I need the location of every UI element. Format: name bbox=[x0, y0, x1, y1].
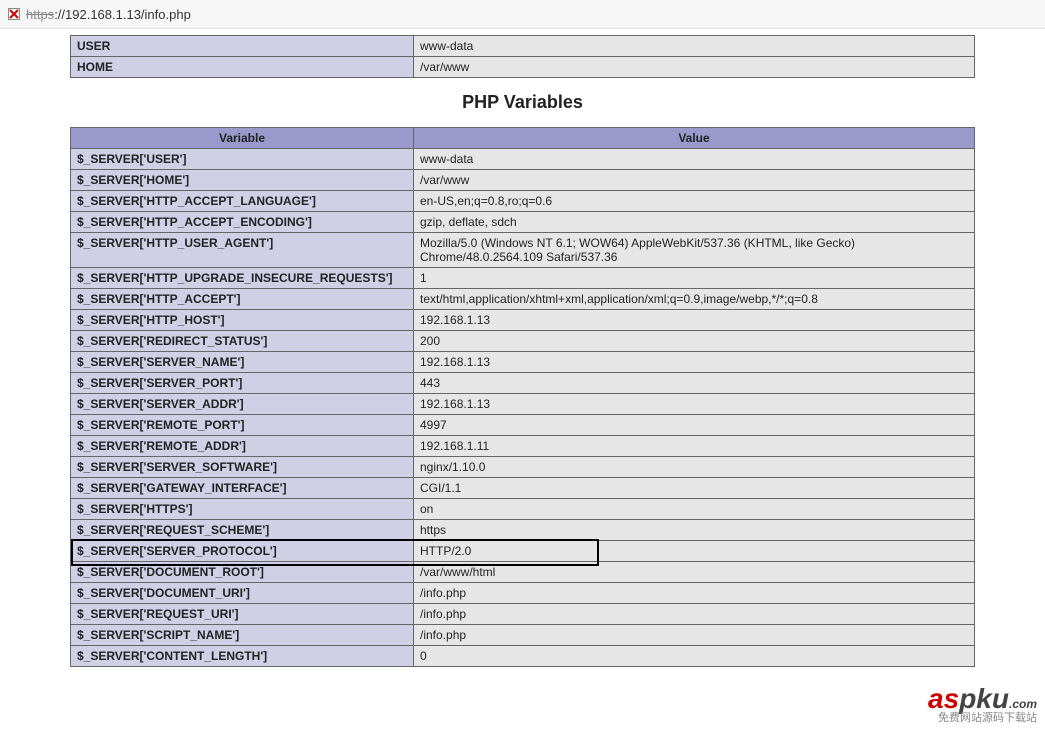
table-header-row: VariableValue bbox=[71, 128, 975, 149]
variable-name: $_SERVER['SERVER_SOFTWARE'] bbox=[71, 457, 414, 478]
table-row: $_SERVER['USER']www-data bbox=[71, 149, 975, 170]
php-variables-table: VariableValue$_SERVER['USER']www-data$_S… bbox=[70, 127, 975, 667]
table-row: $_SERVER['HTTP_HOST']192.168.1.13 bbox=[71, 310, 975, 331]
variable-value: on bbox=[414, 499, 975, 520]
table-row: $_SERVER['HTTP_ACCEPT']text/html,applica… bbox=[71, 289, 975, 310]
variable-name: $_SERVER['HTTP_ACCEPT_ENCODING'] bbox=[71, 212, 414, 233]
table-row: $_SERVER['SERVER_PORT']443 bbox=[71, 373, 975, 394]
variable-value: 4997 bbox=[414, 415, 975, 436]
table-row: $_SERVER['HOME']/var/www bbox=[71, 170, 975, 191]
table-row: $_SERVER['HTTP_USER_AGENT']Mozilla/5.0 (… bbox=[71, 233, 975, 268]
variable-value: /var/www bbox=[414, 170, 975, 191]
column-header: Value bbox=[414, 128, 975, 149]
table-row: $_SERVER['GATEWAY_INTERFACE']CGI/1.1 bbox=[71, 478, 975, 499]
table-row: $_SERVER['REMOTE_PORT']4997 bbox=[71, 415, 975, 436]
page-content: USERwww-dataHOME/var/www PHP Variables V… bbox=[0, 29, 1045, 697]
browser-address-bar[interactable]: https://192.168.1.13/info.php bbox=[0, 0, 1045, 29]
variable-name: $_SERVER['HOME'] bbox=[71, 170, 414, 191]
env-key: USER bbox=[71, 36, 414, 57]
variable-value: 443 bbox=[414, 373, 975, 394]
url-scheme: https bbox=[26, 7, 54, 22]
variable-name: $_SERVER['REQUEST_SCHEME'] bbox=[71, 520, 414, 541]
table-row: $_SERVER['HTTPS']on bbox=[71, 499, 975, 520]
section-title: PHP Variables bbox=[70, 92, 975, 113]
variable-name: $_SERVER['HTTP_ACCEPT'] bbox=[71, 289, 414, 310]
variable-name: $_SERVER['DOCUMENT_URI'] bbox=[71, 583, 414, 604]
variable-value: 192.168.1.13 bbox=[414, 352, 975, 373]
variable-name: $_SERVER['DOCUMENT_ROOT'] bbox=[71, 562, 414, 583]
env-key: HOME bbox=[71, 57, 414, 78]
variable-name: $_SERVER['HTTP_UPGRADE_INSECURE_REQUESTS… bbox=[71, 268, 414, 289]
variable-value: Mozilla/5.0 (Windows NT 6.1; WOW64) Appl… bbox=[414, 233, 975, 268]
variable-name: $_SERVER['SERVER_ADDR'] bbox=[71, 394, 414, 415]
variable-name: $_SERVER['REMOTE_PORT'] bbox=[71, 415, 414, 436]
variable-value: /info.php bbox=[414, 625, 975, 646]
variable-value: HTTP/2.0 bbox=[414, 541, 975, 562]
watermark: aspku.com 免费网站源码下载站 bbox=[928, 685, 1037, 724]
table-row: $_SERVER['CONTENT_LENGTH']0 bbox=[71, 646, 975, 667]
variable-value: 192.168.1.11 bbox=[414, 436, 975, 457]
ssl-error-icon bbox=[6, 6, 22, 22]
variable-value: gzip, deflate, sdch bbox=[414, 212, 975, 233]
variable-name: $_SERVER['HTTPS'] bbox=[71, 499, 414, 520]
variable-name: $_SERVER['CONTENT_LENGTH'] bbox=[71, 646, 414, 667]
variable-value: CGI/1.1 bbox=[414, 478, 975, 499]
variable-value: text/html,application/xhtml+xml,applicat… bbox=[414, 289, 975, 310]
variable-name: $_SERVER['REDIRECT_STATUS'] bbox=[71, 331, 414, 352]
variable-name: $_SERVER['GATEWAY_INTERFACE'] bbox=[71, 478, 414, 499]
url-rest: ://192.168.1.13/info.php bbox=[54, 7, 191, 22]
table-row: $_SERVER['DOCUMENT_URI']/info.php bbox=[71, 583, 975, 604]
variable-name: $_SERVER['REQUEST_URI'] bbox=[71, 604, 414, 625]
variable-value: 1 bbox=[414, 268, 975, 289]
variable-name: $_SERVER['SERVER_PORT'] bbox=[71, 373, 414, 394]
variable-name: $_SERVER['HTTP_USER_AGENT'] bbox=[71, 233, 414, 268]
env-value: www-data bbox=[414, 36, 975, 57]
variable-value: https bbox=[414, 520, 975, 541]
variable-value: 192.168.1.13 bbox=[414, 310, 975, 331]
variable-name: $_SERVER['REMOTE_ADDR'] bbox=[71, 436, 414, 457]
column-header: Variable bbox=[71, 128, 414, 149]
variable-name: $_SERVER['HTTP_HOST'] bbox=[71, 310, 414, 331]
variable-value: /info.php bbox=[414, 604, 975, 625]
table-row: $_SERVER['SERVER_NAME']192.168.1.13 bbox=[71, 352, 975, 373]
table-row: $_SERVER['REDIRECT_STATUS']200 bbox=[71, 331, 975, 352]
variable-value: 192.168.1.13 bbox=[414, 394, 975, 415]
table-row: $_SERVER['HTTP_ACCEPT_ENCODING']gzip, de… bbox=[71, 212, 975, 233]
table-row: $_SERVER['REQUEST_SCHEME']https bbox=[71, 520, 975, 541]
table-row: USERwww-data bbox=[71, 36, 975, 57]
table-row: $_SERVER['HTTP_ACCEPT_LANGUAGE']en-US,en… bbox=[71, 191, 975, 212]
variable-value: www-data bbox=[414, 149, 975, 170]
table-row: $_SERVER['REMOTE_ADDR']192.168.1.11 bbox=[71, 436, 975, 457]
variable-value: /var/www/html bbox=[414, 562, 975, 583]
table-row: $_SERVER['SERVER_ADDR']192.168.1.13 bbox=[71, 394, 975, 415]
variable-name: $_SERVER['SERVER_NAME'] bbox=[71, 352, 414, 373]
env-value: /var/www bbox=[414, 57, 975, 78]
variable-value: /info.php bbox=[414, 583, 975, 604]
variable-name: $_SERVER['USER'] bbox=[71, 149, 414, 170]
variable-name: $_SERVER['SCRIPT_NAME'] bbox=[71, 625, 414, 646]
variable-value: 200 bbox=[414, 331, 975, 352]
table-row: $_SERVER['REQUEST_URI']/info.php bbox=[71, 604, 975, 625]
environment-table: USERwww-dataHOME/var/www bbox=[70, 35, 975, 78]
table-row: $_SERVER['HTTP_UPGRADE_INSECURE_REQUESTS… bbox=[71, 268, 975, 289]
table-row: $_SERVER['SERVER_PROTOCOL']HTTP/2.0 bbox=[71, 541, 975, 562]
variable-value: en-US,en;q=0.8,ro;q=0.6 bbox=[414, 191, 975, 212]
variable-value: 0 bbox=[414, 646, 975, 667]
variable-value: nginx/1.10.0 bbox=[414, 457, 975, 478]
variable-name: $_SERVER['SERVER_PROTOCOL'] bbox=[71, 541, 414, 562]
table-row: $_SERVER['SERVER_SOFTWARE']nginx/1.10.0 bbox=[71, 457, 975, 478]
table-row: HOME/var/www bbox=[71, 57, 975, 78]
table-row: $_SERVER['SCRIPT_NAME']/info.php bbox=[71, 625, 975, 646]
variable-name: $_SERVER['HTTP_ACCEPT_LANGUAGE'] bbox=[71, 191, 414, 212]
table-row: $_SERVER['DOCUMENT_ROOT']/var/www/html bbox=[71, 562, 975, 583]
